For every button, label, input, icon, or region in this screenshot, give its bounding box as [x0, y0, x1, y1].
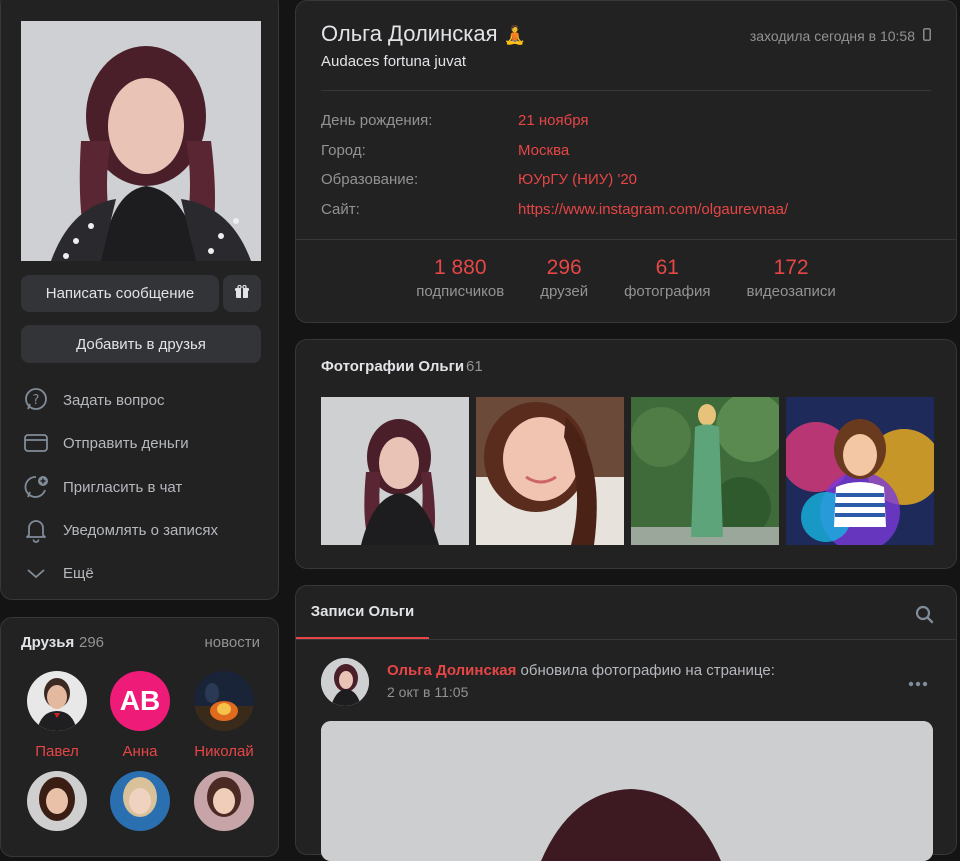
- profile-name: Ольга Долинская 🧘: [321, 21, 527, 46]
- post-header: Ольга Долинская обновила фотографию на с…: [387, 662, 775, 679]
- friend-item[interactable]: AB Анна: [108, 671, 172, 760]
- mobile-icon: [923, 28, 931, 44]
- friend-avatar: [27, 771, 87, 831]
- birthday-link[interactable]: 21 ноября: [518, 112, 589, 129]
- info-city: Город: Москва: [321, 142, 570, 159]
- info-education: Образование: ЮУрГУ (НИУ) '20: [321, 171, 638, 188]
- profile-counters: 1 880 подписчиков 296 друзей 61 фотография …: [296, 256, 956, 300]
- friend-name: Анна: [122, 743, 158, 760]
- followers-counter[interactable]: 1 880 подписчиков: [416, 256, 504, 300]
- post-author-avatar[interactable]: [321, 658, 369, 706]
- friend-item[interactable]: Николай: [192, 671, 256, 760]
- wall-card: Записи Ольги Ольга Долинская обновила фо…: [295, 585, 957, 861]
- website-link[interactable]: https://www.instagram.com/olgaurevnaa/: [518, 201, 788, 218]
- menu-invite-chat[interactable]: Пригласить в чат: [21, 472, 182, 502]
- friend-item[interactable]: [25, 771, 89, 831]
- search-icon[interactable]: [915, 605, 934, 629]
- friend-avatar: [194, 771, 254, 831]
- question-icon: ?: [21, 387, 51, 413]
- friend-item[interactable]: [192, 771, 256, 831]
- money-icon: [21, 430, 51, 456]
- friend-avatar: [27, 671, 87, 731]
- friend-avatar: AB: [110, 671, 170, 731]
- city-link[interactable]: Москва: [518, 142, 569, 159]
- divider: [296, 239, 956, 240]
- friends-card: Друзья 296 новости Павел AB Анна Николай: [0, 617, 279, 857]
- photos-title[interactable]: Фотографии Ольги: [321, 358, 464, 375]
- meditation-emoji-icon: 🧘: [503, 25, 527, 45]
- online-status: заходила сегодня в 10:58: [750, 28, 931, 44]
- more-options-icon[interactable]: [908, 674, 928, 692]
- photo-thumbnail[interactable]: [321, 397, 469, 545]
- info-website: Сайт: https://www.instagram.com/olgaurev…: [321, 201, 789, 218]
- education-link[interactable]: ЮУрГУ (НИУ) '20: [518, 171, 637, 188]
- videos-counter[interactable]: 172 видеозаписи: [747, 256, 836, 300]
- divider: [321, 90, 931, 91]
- friend-name: Павел: [35, 743, 79, 760]
- menu-more[interactable]: Ещё: [21, 558, 94, 588]
- profile-info-card: Ольга Долинская 🧘 Audaces fortuna juvat …: [295, 0, 957, 323]
- friend-avatar: [110, 771, 170, 831]
- post-date[interactable]: 2 окт в 11:05: [387, 684, 468, 700]
- friends-title[interactable]: Друзья: [21, 634, 74, 651]
- gift-icon: [235, 284, 249, 303]
- friends-counter[interactable]: 296 друзей: [540, 256, 588, 300]
- add-friend-button[interactable]: Добавить в друзья: [21, 325, 261, 363]
- menu-notify-posts[interactable]: Уведомлять о записях: [21, 515, 218, 545]
- svg-text:?: ?: [33, 393, 40, 408]
- divider: [296, 639, 956, 640]
- photos-card: Фотографии Ольги 61: [295, 339, 957, 569]
- friends-count: 296: [79, 634, 105, 651]
- bell-icon: [21, 517, 51, 543]
- menu-send-money[interactable]: Отправить деньги: [21, 428, 189, 458]
- photos-counter[interactable]: 61 фотография: [624, 256, 710, 300]
- photos-count: 61: [466, 358, 483, 375]
- profile-photo[interactable]: [21, 21, 261, 261]
- photo-thumbnail[interactable]: [476, 397, 624, 545]
- chat-plus-icon: [21, 474, 51, 500]
- friend-item[interactable]: [108, 771, 172, 831]
- info-birthday: День рождения: 21 ноября: [321, 112, 589, 129]
- post-photo[interactable]: [321, 721, 933, 861]
- friend-avatar: [194, 671, 254, 731]
- tab-wall-posts[interactable]: Записи Ольги: [296, 586, 429, 639]
- friends-news-link[interactable]: новости: [204, 634, 260, 651]
- photo-thumbnail[interactable]: [631, 397, 779, 545]
- gift-button[interactable]: [223, 275, 261, 312]
- chevron-down-icon: [21, 560, 51, 586]
- friend-name: Николай: [194, 743, 254, 760]
- menu-ask-question[interactable]: ? Задать вопрос: [21, 385, 164, 415]
- profile-side-card: Написать сообщение Добавить в друзья ? З…: [0, 0, 279, 600]
- photo-thumbnail[interactable]: [786, 397, 934, 545]
- friend-item[interactable]: Павел: [25, 671, 89, 760]
- post-author-link[interactable]: Ольга Долинская: [387, 662, 516, 679]
- send-message-button[interactable]: Написать сообщение: [21, 275, 219, 312]
- profile-status[interactable]: Audaces fortuna juvat: [321, 53, 466, 70]
